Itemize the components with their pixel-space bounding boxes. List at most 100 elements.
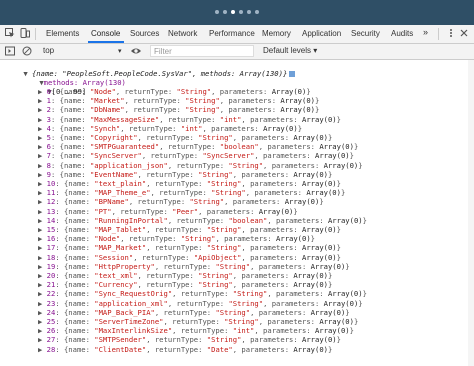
console-scrollbar[interactable]: [468, 60, 474, 366]
more-options-icon[interactable]: [446, 28, 456, 38]
method-item-row[interactable]: ▶ 28: {name: "ClientDate", returnType: "…: [38, 345, 332, 354]
expand-triangle-icon[interactable]: ▶: [38, 133, 47, 142]
page-dot[interactable]: [255, 10, 259, 14]
filter-input[interactable]: Filter: [150, 45, 254, 57]
page-dot[interactable]: [239, 10, 243, 14]
expand-triangle-icon[interactable]: ▶: [38, 280, 47, 289]
method-index: 26: [46, 326, 56, 336]
more-tabs-button[interactable]: »: [423, 27, 428, 37]
method-return-type: "String": [228, 160, 264, 170]
expand-triangle-icon[interactable]: ▶: [38, 234, 47, 243]
method-item-row[interactable]: ▶ 13: {name: "PT", returnType: "Peer", p…: [38, 207, 298, 216]
method-item-row[interactable]: ▶ 20: {name: "text_xml", returnType: "St…: [38, 271, 332, 280]
method-item-row[interactable]: ▶ 19: {name: "HttpProperty", returnType:…: [38, 262, 350, 271]
static-text: , parameters:: [241, 114, 303, 124]
expand-triangle-icon[interactable]: ▶: [38, 216, 47, 225]
tab-elements[interactable]: Elements: [46, 29, 79, 38]
expand-triangle-icon[interactable]: ▶: [38, 87, 47, 96]
method-item-row[interactable]: ▶ 21: {name: "Currency", returnType: "St…: [38, 280, 332, 289]
method-item-row[interactable]: ▶ 5: {name: "Copyright", returnType: "St…: [38, 133, 332, 142]
method-item-row[interactable]: ▶ 17: {name: "MAP_Market", returnType: "…: [38, 243, 341, 252]
expand-triangle-icon[interactable]: ▶: [38, 299, 47, 308]
tab-memory[interactable]: Memory: [262, 29, 291, 38]
method-item-row[interactable]: ▶ 8: {name: "application_json", returnTy…: [38, 161, 363, 170]
device-toolbar-icon[interactable]: [20, 28, 30, 38]
clear-console-icon[interactable]: [22, 46, 32, 56]
method-item-row[interactable]: ▶ 10: {name: "text_plain", returnType: "…: [38, 179, 341, 188]
expand-triangle-icon[interactable]: ▶: [38, 170, 47, 179]
tab-console[interactable]: Console: [91, 29, 120, 38]
context-dropdown-arrow[interactable]: ▾: [118, 47, 122, 55]
tab-sources[interactable]: Sources: [130, 29, 159, 38]
expand-triangle-icon[interactable]: ▶: [38, 253, 47, 262]
method-item-row[interactable]: ▶ 11: {name: "MAP_Theme_e", returnType: …: [38, 188, 345, 197]
method-item-row[interactable]: ▶ 2: {name: "DbName", returnType: "Strin…: [38, 105, 319, 114]
tab-network[interactable]: Network: [168, 29, 197, 38]
expand-triangle-icon[interactable]: ▶: [38, 335, 47, 344]
context-selector[interactable]: top: [43, 46, 54, 55]
expand-triangle-icon[interactable]: ▶: [38, 197, 47, 206]
static-text: , returnType:: [172, 289, 233, 299]
expand-triangle-icon[interactable]: ▶: [38, 188, 47, 197]
method-item-row[interactable]: ▶ 4: {name: "Synch", returnType: "int", …: [38, 124, 302, 133]
tab-application[interactable]: Application: [302, 29, 341, 38]
method-item-row[interactable]: ▶ 18: {name: "Session", returnType: "Api…: [38, 253, 341, 262]
method-item-row[interactable]: ▶ 9: {name: "EventName", returnType: "St…: [38, 170, 332, 179]
root-object-line[interactable]: ▼ {name: "PeopleSoft.PeopleCode.SysVar",…: [6, 60, 296, 78]
expand-triangle-icon[interactable]: ▶: [38, 308, 47, 317]
info-icon: [289, 71, 296, 77]
inspect-element-icon[interactable]: [5, 28, 15, 38]
log-levels-dropdown[interactable]: Default levels ▾: [263, 46, 317, 55]
expand-triangle-icon[interactable]: ▶: [38, 96, 47, 105]
method-params: Array(0): [302, 335, 337, 345]
expand-triangle-icon[interactable]: ▶: [38, 142, 47, 151]
page-dot[interactable]: [247, 10, 251, 14]
expand-triangle-icon[interactable]: ▶: [38, 115, 47, 124]
method-item-row[interactable]: ▶ 26: {name: "MaxInterlinkSize", returnT…: [38, 326, 354, 335]
expand-triangle-icon[interactable]: ▶: [38, 317, 47, 326]
method-item-row[interactable]: ▶ 7: {name: "SyncServer", returnType: "S…: [38, 151, 354, 160]
method-item-row[interactable]: ▶ 14: {name: "RunningInPortal", returnTy…: [38, 216, 367, 225]
expand-triangle-icon[interactable]: ▶: [38, 179, 47, 188]
method-item-row[interactable]: ▶ 25: {name: "ServerTimeZone", returnTyp…: [38, 317, 358, 326]
method-item-row[interactable]: ▶ 3: {name: "MaxMessageSize", returnType…: [38, 115, 341, 124]
expand-triangle-icon[interactable]: ▶: [38, 105, 47, 114]
static-text: : {name:: [50, 114, 90, 124]
live-expression-eye-icon[interactable]: [130, 46, 142, 56]
show-sidebar-icon[interactable]: [5, 46, 15, 56]
method-item-row[interactable]: ▶ 16: {name: "Node", returnType: "String…: [38, 234, 315, 243]
static-text: }: [358, 160, 363, 170]
method-item-row[interactable]: ▶ 22: {name: "Sync_RequestOrig", returnT…: [38, 289, 367, 298]
method-item-row[interactable]: ▶ 27: {name: "SMTPSender", returnType: "…: [38, 335, 341, 344]
page-dot[interactable]: [231, 10, 235, 14]
expand-triangle-icon[interactable]: ▶: [38, 161, 47, 170]
tab-security[interactable]: Security: [351, 29, 380, 38]
method-item-row[interactable]: ▶ 1: {name: "Market", returnType: "Strin…: [38, 96, 319, 105]
method-item-row[interactable]: ▶ 0: {name: "Node", returnType: "String"…: [38, 87, 311, 96]
expand-triangle-icon[interactable]: ▶: [38, 326, 47, 335]
expand-triangle-icon[interactable]: ▶: [38, 124, 47, 133]
expand-triangle-icon[interactable]: ▶: [38, 262, 47, 271]
static-text: }: [345, 261, 350, 271]
range-line[interactable]: ▼[0 … 99]: [30, 78, 86, 96]
close-devtools-icon[interactable]: [459, 28, 469, 38]
expand-triangle-icon[interactable]: ▶: [38, 271, 47, 280]
expand-triangle-icon[interactable]: ▶: [38, 289, 47, 298]
expand-triangle-icon[interactable]: ▶: [38, 243, 47, 252]
method-item-row[interactable]: ▶ 15: {name: "MAP_Tablet", returnType: "…: [38, 225, 341, 234]
method-item-row[interactable]: ▶ 6: {name: "SMTPGuaranteed", returnType…: [38, 142, 358, 151]
expand-triangle-icon[interactable]: ▶: [38, 151, 47, 160]
expand-triangle-icon[interactable]: ▶: [38, 207, 47, 216]
method-item-row[interactable]: ▶ 24: {name: "MAP_Back_PIA", returnType:…: [38, 308, 350, 317]
method-item-row[interactable]: ▶ 23: {name: "application_xml", returnTy…: [38, 299, 363, 308]
method-params: Array(0): [323, 298, 359, 308]
page-dot[interactable]: [215, 10, 219, 14]
page-dot[interactable]: [223, 10, 227, 14]
methods-line[interactable]: ▼methods: Array(130): [22, 69, 126, 87]
expand-triangle-icon[interactable]: ▶: [38, 345, 47, 354]
method-name: "text_plain": [94, 179, 147, 188]
tab-performance[interactable]: Performance: [209, 29, 255, 38]
tab-audits[interactable]: Audits: [391, 29, 413, 38]
expand-triangle-icon[interactable]: ▶: [38, 225, 47, 234]
method-item-row[interactable]: ▶ 12: {name: "BPName", returnType: "Stri…: [38, 197, 324, 206]
